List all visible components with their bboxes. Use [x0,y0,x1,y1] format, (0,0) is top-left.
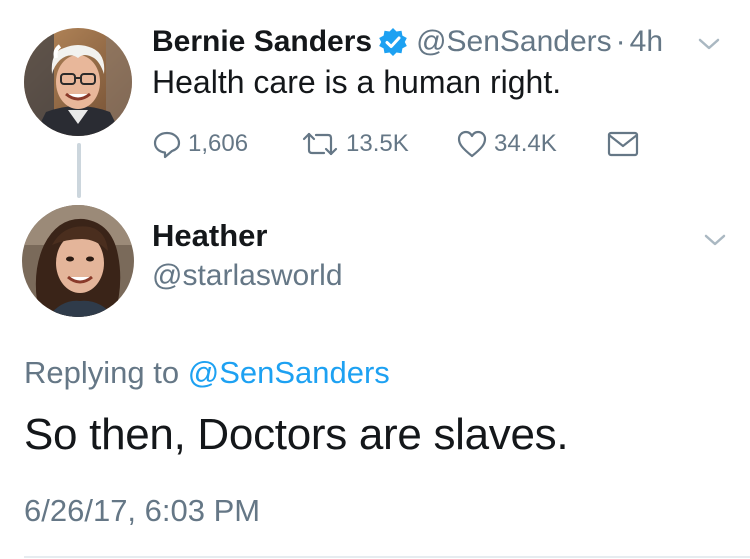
reply-button[interactable]: 1,606 [152,126,248,162]
reply-icon [153,131,181,159]
reply-timestamp[interactable]: 6/26/17, 6:03 PM [24,493,260,529]
separator-dot: · [615,25,626,58]
retweet-button[interactable]: 13.5K [300,126,409,162]
heart-icon [457,130,487,158]
verified-badge-icon [378,27,408,57]
divider [24,556,750,558]
author-name[interactable]: Bernie Sanders [152,25,372,59]
chevron-down-icon[interactable] [694,34,724,54]
retweet-count: 13.5K [346,130,409,157]
like-count: 34.4K [494,130,557,157]
author-handle[interactable]: @SenSanders [416,25,612,59]
replying-to-line: Replying to @SenSanders [24,355,390,391]
envelope-icon [607,131,639,157]
reply-author-handle[interactable]: @starlasworld [152,259,343,293]
retweet-icon [302,132,338,156]
like-button[interactable]: 34.4K [456,126,557,162]
reply-author-avatar[interactable] [22,205,134,317]
reply-author-name[interactable]: Heather [152,218,267,254]
tweet-time[interactable]: 4h [630,25,663,59]
avatar-photo [22,205,134,317]
author-avatar[interactable] [24,28,132,136]
direct-message-button[interactable] [606,126,646,162]
thread-connector-line [77,143,81,198]
reply-text: So then, Doctors are slaves. [24,410,569,459]
chevron-down-icon[interactable] [700,230,730,250]
replying-to-label: Replying to [24,355,180,390]
avatar-photo [24,28,132,136]
tweet-header: Bernie Sanders @SenSanders · 4h [152,22,663,62]
replying-to-mention[interactable]: @SenSanders [188,355,390,390]
reply-count: 1,606 [188,130,249,157]
tweet-text: Health care is a human right. [152,64,562,100]
